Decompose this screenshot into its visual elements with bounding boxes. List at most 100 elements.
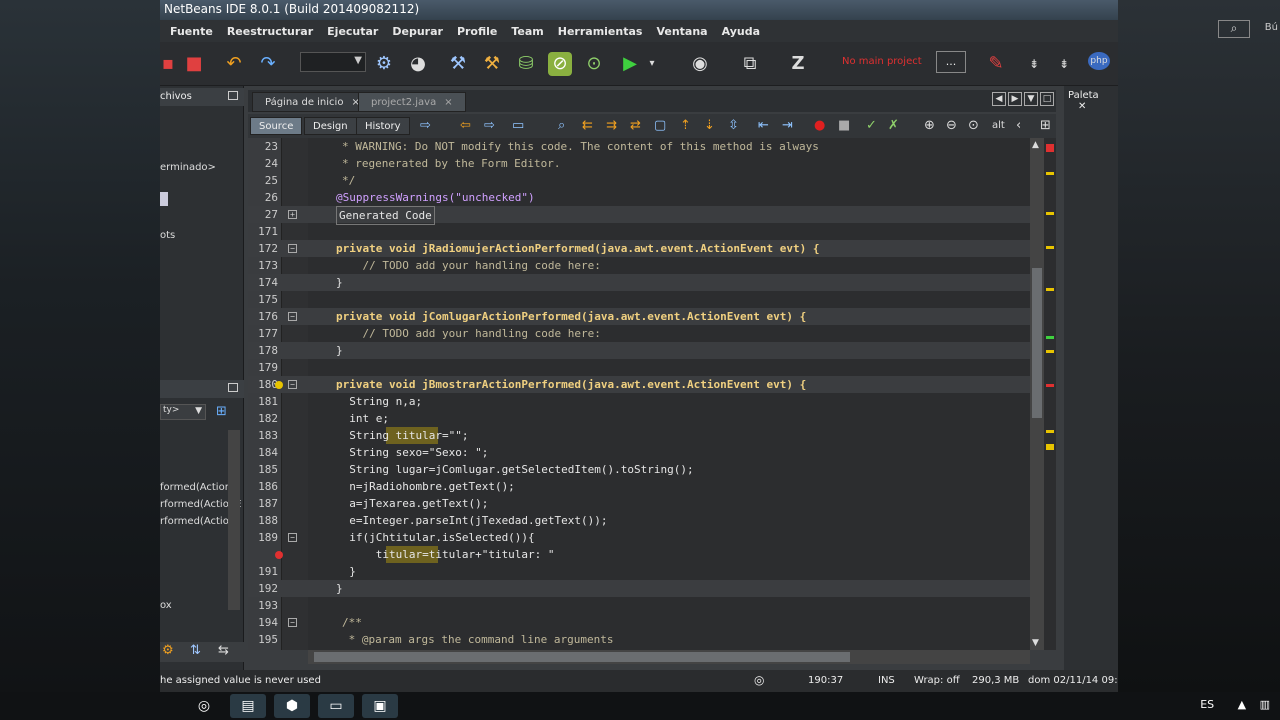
line-number[interactable]: 185	[248, 461, 278, 478]
code-text[interactable]: private void jBmostrarActionPerformed(ja…	[336, 376, 806, 393]
code-line[interactable]: 174}	[248, 274, 1030, 291]
vertical-scrollbar[interactable]: ▲ ▼	[1030, 138, 1044, 650]
explorer-icon[interactable]: ▤	[230, 694, 266, 718]
php-icon[interactable]: php	[1088, 52, 1110, 70]
stop-macro-icon[interactable]: ■	[838, 118, 850, 133]
fold-toggle-icon[interactable]: +	[288, 210, 297, 219]
error-stripe[interactable]	[1044, 138, 1056, 650]
tree-item[interactable]: erminado>	[160, 162, 216, 173]
line-number[interactable]: 177	[248, 325, 278, 342]
code-text[interactable]: if(jChtitular.isSelected()){	[336, 529, 534, 546]
code-line[interactable]: 176 − private void jComlugarActionPerforme…	[248, 308, 1030, 325]
redo-icon[interactable]: ↷	[256, 52, 280, 76]
fold-toggle-icon[interactable]: −	[288, 618, 297, 627]
line-number[interactable]: 173	[248, 257, 278, 274]
line-number[interactable]: 191	[248, 563, 278, 580]
uncomment-icon[interactable]: ✗	[888, 118, 899, 133]
prev-bookmark-icon[interactable]: ⇡	[680, 118, 691, 133]
zoom-in-icon[interactable]: ⊕	[924, 118, 935, 133]
menu-profile[interactable]: Profile	[457, 25, 497, 38]
find-icon[interactable]: ⌕	[558, 118, 565, 133]
zoom-reset-icon[interactable]: ⊙	[968, 118, 979, 133]
code-line[interactable]: 179	[248, 359, 1030, 376]
line-number[interactable]: 26	[248, 189, 278, 206]
tree-item[interactable]: ots	[160, 230, 175, 241]
window-icon[interactable]: ▣	[362, 694, 398, 718]
build-config-icon[interactable]: ⚙	[372, 52, 396, 76]
comment-icon[interactable]: ✓	[866, 118, 877, 133]
filter-icon[interactable]: ⚙	[162, 643, 174, 658]
code-line[interactable]: 177 // TODO add your handling code here:	[248, 325, 1030, 342]
minimize-icon[interactable]	[228, 383, 238, 392]
error-marker[interactable]	[1046, 384, 1054, 387]
fold-toggle-icon[interactable]: −	[288, 244, 297, 253]
hint-bulb-icon[interactable]	[275, 381, 283, 389]
code-line[interactable]: 186 n=jRadiohombre.getText();	[248, 478, 1030, 495]
code-line[interactable]: 173 // TODO add your handling code here:	[248, 257, 1030, 274]
code-line[interactable]: 23 * WARNING: Do NOT modify this code. Th…	[248, 138, 1030, 155]
scroll-up-icon[interactable]: ▲	[1032, 140, 1039, 150]
code-line[interactable]: 26 @SuppressWarnings("unchecked")	[248, 189, 1030, 206]
menu-ayuda[interactable]: Ayuda	[722, 25, 760, 38]
code-text[interactable]: * WARNING: Do NOT modify this code. The …	[342, 138, 819, 155]
line-number[interactable]: 195	[248, 631, 278, 648]
notes-icon[interactable]: ▭	[318, 694, 354, 718]
shift-right-icon[interactable]: ⇥	[782, 118, 793, 133]
maximize-icon[interactable]: □	[1040, 92, 1054, 106]
back-icon[interactable]: ⇦	[460, 118, 471, 133]
warning-marker[interactable]	[1046, 212, 1054, 215]
code-line[interactable]: 184 String sexo="Sexo: ";	[248, 444, 1030, 461]
project-button[interactable]: ...	[936, 51, 966, 73]
error-bulb-icon[interactable]	[275, 551, 283, 559]
save-icon[interactable]: ▪	[160, 52, 180, 76]
line-number[interactable]: 179	[248, 359, 278, 376]
code-text[interactable]: // TODO add your handling code here:	[336, 325, 600, 342]
forward-icon[interactable]: ⇨	[484, 118, 495, 133]
expand-all-icon[interactable]: ⇆	[218, 643, 229, 658]
line-number[interactable]: 188	[248, 512, 278, 529]
code-line[interactable]: 171	[248, 223, 1030, 240]
code-line[interactable]: 188 e=Integer.parseInt(jTexedad.getText(…	[248, 512, 1030, 529]
find-next-icon[interactable]: ⇉	[606, 118, 617, 133]
clean-build-icon[interactable]: ⚒	[480, 52, 504, 76]
fold-toggle-icon[interactable]: −	[288, 380, 297, 389]
debug-icon[interactable]: ⊙	[582, 52, 606, 76]
chevron-down-icon[interactable]: ▼	[1024, 92, 1038, 106]
warning-marker[interactable]	[1046, 350, 1054, 353]
expand-icon[interactable]: ⇟	[1022, 52, 1046, 76]
line-number[interactable]: 174	[248, 274, 278, 291]
code-text[interactable]: }	[336, 563, 356, 580]
line-number[interactable]: 178	[248, 342, 278, 359]
find-selection-icon[interactable]: ⇄	[630, 118, 641, 133]
tab-start-page[interactable]: Página de inicio ×	[252, 92, 373, 112]
code-line[interactable]: 172 − private void jRadiomujerActionPerfor…	[248, 240, 1030, 257]
chevron-up-icon[interactable]: ▲	[1238, 698, 1246, 711]
line-number[interactable]: 189	[248, 529, 278, 546]
navigator-options-icon[interactable]: ⊞	[216, 404, 227, 419]
menu-team[interactable]: Team	[511, 25, 543, 38]
line-number[interactable]: 181	[248, 393, 278, 410]
code-line[interactable]: 194 − /**	[248, 614, 1030, 631]
line-number[interactable]: 187	[248, 495, 278, 512]
find-prev-icon[interactable]: ⇇	[582, 118, 593, 133]
line-number[interactable]: 25	[248, 172, 278, 189]
warning-marker[interactable]	[1046, 430, 1054, 433]
toggle-highlight-icon[interactable]: ▢	[654, 118, 666, 133]
code-text[interactable]: private void jComlugarActionPerformed(ja…	[336, 308, 806, 325]
history-button[interactable]: History	[356, 117, 410, 135]
run-active-icon[interactable]: ⊘	[548, 52, 572, 76]
globe-icon[interactable]: ◕	[406, 52, 430, 76]
profile-icon[interactable]: ◉	[688, 52, 712, 76]
code-line[interactable]: 180 − private void jBmostrarActionPerforme…	[248, 376, 1030, 393]
code-text[interactable]: int e;	[336, 410, 389, 427]
line-number[interactable]: 193	[248, 597, 278, 614]
line-number[interactable]: 172	[248, 240, 278, 257]
code-text[interactable]: e=Integer.parseInt(jTexedad.getText());	[336, 512, 607, 529]
navigator-item[interactable]: rformed(Action	[160, 516, 235, 527]
minimize-icon[interactable]	[228, 91, 238, 100]
menu-reestructurar[interactable]: Reestructurar	[227, 25, 313, 38]
code-line[interactable]: titular=titular+"titular: "	[248, 546, 1030, 563]
code-text[interactable]: /**	[342, 614, 362, 631]
code-line[interactable]: 25 */	[248, 172, 1030, 189]
language-indicator[interactable]: ES	[1200, 698, 1214, 711]
